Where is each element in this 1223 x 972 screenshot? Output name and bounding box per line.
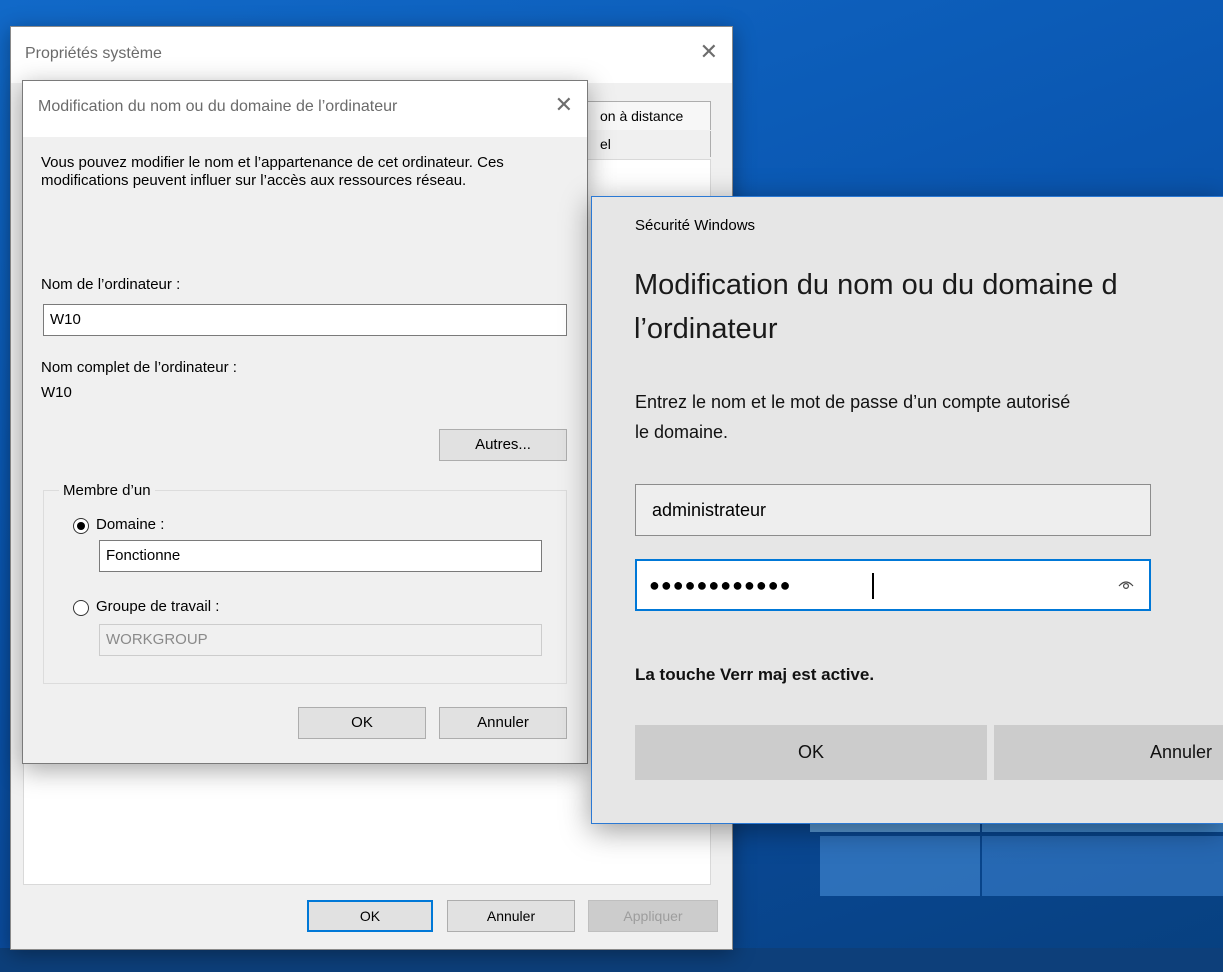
system-properties-cancel-button[interactable]: Annuler <box>447 900 575 932</box>
caps-lock-warning: La touche Verr maj est active. <box>635 665 875 684</box>
system-properties-apply-button: Appliquer <box>588 900 718 932</box>
workgroup-input: WORKGROUP <box>99 624 542 656</box>
tab-remote[interactable]: on à distance <box>585 101 711 130</box>
password-mask: ●●●●●●●●●●●● <box>649 575 792 595</box>
security-heading-line1: Modification du nom ou du domaine d <box>634 269 1118 301</box>
computer-name-input[interactable]: W10 <box>43 304 567 336</box>
security-ok-button[interactable]: OK <box>635 725 987 780</box>
security-cancel-button[interactable]: Annuler <box>994 725 1223 780</box>
close-icon[interactable]: ✕ <box>700 39 718 65</box>
domain-input[interactable]: Fonctionne <box>99 540 542 572</box>
rename-dialog-title: Modification du nom ou du domaine de l’o… <box>38 98 398 115</box>
system-properties-ok-button[interactable]: OK <box>307 900 433 932</box>
text-caret <box>872 573 874 599</box>
workgroup-radio[interactable] <box>73 600 89 616</box>
reveal-password-eye-icon[interactable] <box>1117 575 1135 593</box>
computer-name-label: Nom de l’ordinateur : <box>41 276 181 293</box>
system-properties-title: Propriétés système <box>25 45 162 62</box>
tab-hardware-label: el <box>600 136 611 152</box>
taskbar <box>0 948 1223 972</box>
close-icon[interactable]: ✕ <box>555 92 573 118</box>
password-field[interactable]: ●●●●●●●●●●●● <box>635 559 1151 611</box>
security-instruction: Entrez le nom et le mot de passe d’un co… <box>635 387 1223 447</box>
rename-ok-button[interactable]: OK <box>298 707 426 739</box>
domain-label: Domaine : <box>96 516 165 533</box>
full-computer-name-label: Nom complet de l’ordinateur : <box>41 359 237 376</box>
windows-security-dialog: Sécurité Windows Modification du nom ou … <box>591 196 1223 824</box>
tab-remote-label: on à distance <box>600 108 684 124</box>
windows-logo-pane <box>820 836 980 896</box>
rename-dialog-description: Vous pouvez modifier le nom et l’apparte… <box>41 154 504 189</box>
rename-cancel-button[interactable]: Annuler <box>439 707 567 739</box>
rename-computer-dialog: Modification du nom ou du domaine de l’o… <box>22 80 588 764</box>
system-properties-titlebar: Propriétés système ✕ <box>11 27 732 83</box>
full-computer-name-value: W10 <box>41 384 72 401</box>
tab-hardware[interactable]: el <box>585 131 711 157</box>
member-of-label: Membre d’un <box>59 482 155 499</box>
username-field[interactable]: administrateur <box>635 484 1151 536</box>
windows-security-caption: Sécurité Windows <box>635 217 756 234</box>
rename-dialog-titlebar: Modification du nom ou du domaine de l’o… <box>23 81 587 137</box>
more-button[interactable]: Autres... <box>439 429 567 461</box>
domain-radio[interactable] <box>73 518 89 534</box>
workgroup-label: Groupe de travail : <box>96 598 220 615</box>
security-instruction-line2: le domaine. <box>635 422 729 442</box>
security-heading-line2: l’ordinateur <box>634 313 778 345</box>
windows-logo-pane <box>982 836 1223 896</box>
security-dialog-heading: Modification du nom ou du domaine d l’or… <box>634 263 1223 351</box>
security-instruction-line1: Entrez le nom et le mot de passe d’un co… <box>635 392 1071 412</box>
